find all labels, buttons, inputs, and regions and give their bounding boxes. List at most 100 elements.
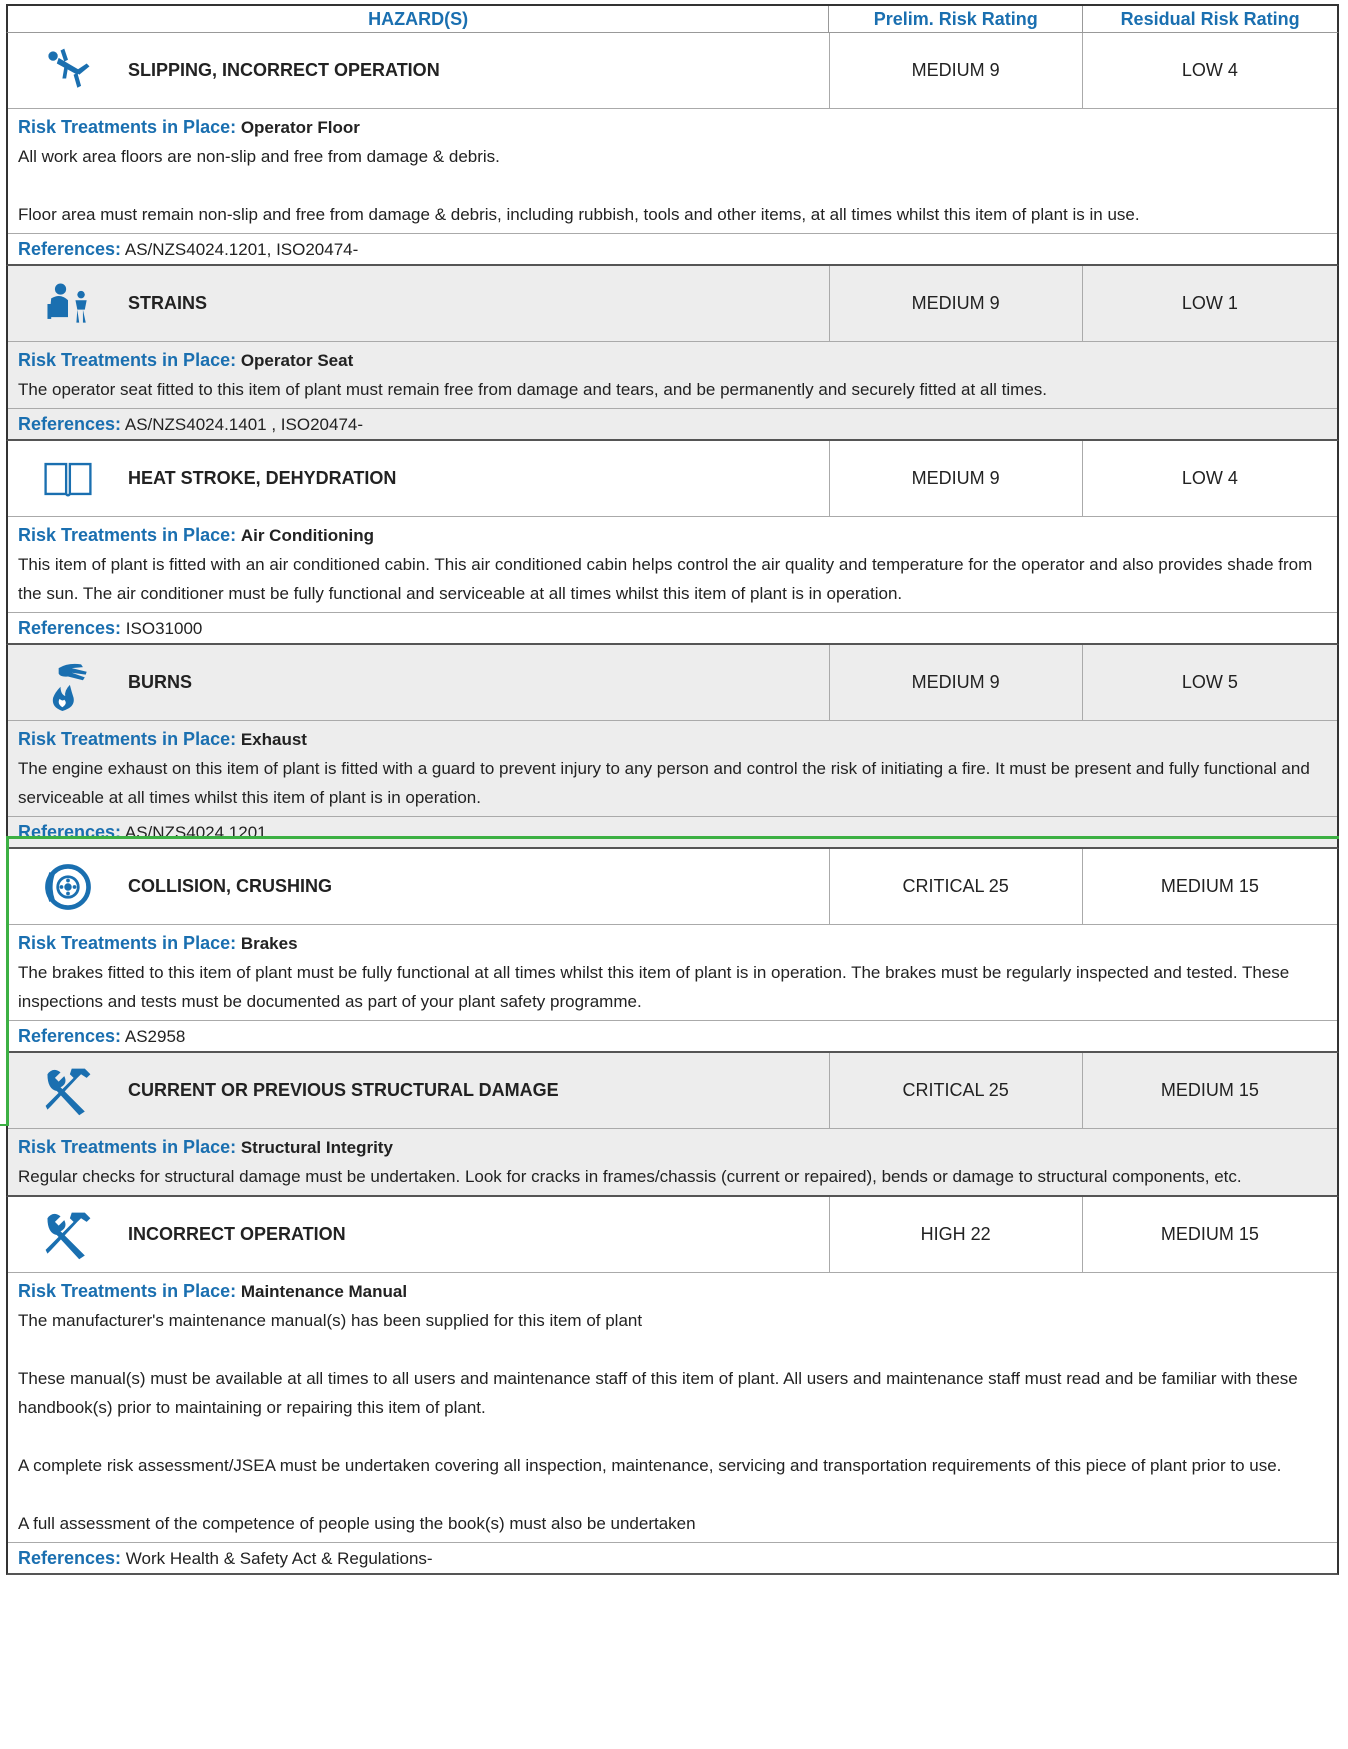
references-label: References: bbox=[18, 618, 122, 638]
treatment-paragraph: The manufacturer's maintenance manual(s)… bbox=[18, 1311, 643, 1330]
treatment-name: Air Conditioning bbox=[240, 526, 374, 545]
risk-treatment: Risk Treatments in Place: Maintenance Ma… bbox=[8, 1273, 1337, 1543]
hazard-row: HEAT STROKE, DEHYDRATION MEDIUM 9 LOW 4 bbox=[8, 441, 1337, 517]
references-row: References: AS/NZS4024.1401 , ISO20474- bbox=[8, 409, 1337, 439]
treatment-name: Operator Floor bbox=[240, 118, 360, 137]
hazard-row: COLLISION, CRUSHING CRITICAL 25 MEDIUM 15 bbox=[8, 849, 1337, 925]
hazard-row: CURRENT OR PREVIOUS STRUCTURAL DAMAGE CRI… bbox=[8, 1053, 1337, 1129]
header-residual-rating: Residual Risk Rating bbox=[1120, 8, 1300, 29]
references-row: References: AS/NZS4024.1201 bbox=[8, 817, 1337, 847]
risk-treatment: Risk Treatments in Place: Operator Seat T… bbox=[8, 342, 1337, 409]
treatments-label: Risk Treatments in Place: bbox=[18, 1281, 237, 1301]
residual-rating: MEDIUM 15 bbox=[1160, 1080, 1259, 1100]
residual-rating: LOW 4 bbox=[1181, 60, 1238, 80]
hazard-row: STRAINS MEDIUM 9 LOW 1 bbox=[8, 266, 1337, 342]
hazard-row: SLIPPING, INCORRECT OPERATION MEDIUM 9 LOW… bbox=[8, 33, 1337, 109]
hazard-block: HEAT STROKE, DEHYDRATION MEDIUM 9 LOW 4 Ris… bbox=[6, 441, 1339, 645]
treatment-name: Exhaust bbox=[240, 730, 307, 749]
prelim-rating: CRITICAL 25 bbox=[830, 849, 1083, 924]
table-header: HAZARD(S) Prelim. Risk Rating Residual R… bbox=[6, 4, 1339, 33]
treatment-paragraph: This item of plant is fitted with an air… bbox=[18, 555, 1313, 603]
treatment-paragraph bbox=[18, 1422, 1327, 1451]
treatments-label: Risk Treatments in Place: bbox=[18, 933, 237, 953]
references-value: AS/NZS4024.1201 bbox=[124, 823, 267, 842]
treatment-paragraph bbox=[18, 171, 1327, 200]
references-row: References: AS/NZS4024.1201, ISO20474- bbox=[8, 234, 1337, 264]
references-label: References: bbox=[18, 822, 122, 842]
hazard-cell: SLIPPING, INCORRECT OPERATION bbox=[8, 33, 830, 108]
risk-treatment: Risk Treatments in Place: Operator Floor… bbox=[8, 109, 1337, 234]
references-row: References: Work Health & Safety Act & R… bbox=[8, 1543, 1337, 1573]
risk-table: HAZARD(S) Prelim. Risk Rating Residual R… bbox=[6, 4, 1339, 1575]
hazard-name: INCORRECT OPERATION bbox=[128, 1224, 346, 1244]
treatment-paragraph: A full assessment of the competence of p… bbox=[18, 1514, 696, 1533]
treatments-label: Risk Treatments in Place: bbox=[18, 117, 237, 137]
prelim-rating: MEDIUM 9 bbox=[830, 33, 1083, 108]
hazard-cell: CURRENT OR PREVIOUS STRUCTURAL DAMAGE bbox=[8, 1053, 830, 1128]
treatment-name: Operator Seat bbox=[240, 351, 354, 370]
header-hazard: HAZARD(S) bbox=[8, 6, 830, 32]
hazard-name: CURRENT OR PREVIOUS STRUCTURAL DAMAGE bbox=[128, 1080, 559, 1100]
hazard-row: INCORRECT OPERATION HIGH 22 MEDIUM 15 bbox=[8, 1197, 1337, 1273]
treatment-paragraph bbox=[18, 1335, 1327, 1364]
hazard-cell: INCORRECT OPERATION bbox=[8, 1197, 830, 1272]
treatment-paragraph: Regular checks for structural damage mus… bbox=[18, 1167, 1242, 1186]
references-label: References: bbox=[18, 1026, 122, 1046]
references-value: AS/NZS4024.1201, ISO20474- bbox=[124, 240, 359, 259]
treatment-paragraph: A complete risk assessment/JSEA must be … bbox=[18, 1456, 1282, 1475]
treatment-name: Maintenance Manual bbox=[240, 1282, 408, 1301]
treatments-label: Risk Treatments in Place: bbox=[18, 729, 237, 749]
hand-flame-icon bbox=[8, 655, 128, 711]
treatment-paragraph: The brakes fitted to this item of plant … bbox=[18, 963, 1290, 1011]
brake-disc-icon bbox=[8, 859, 128, 915]
references-value: ISO31000 bbox=[125, 619, 203, 638]
references-value: Work Health & Safety Act & Regulations- bbox=[125, 1549, 433, 1568]
hazard-name: BURNS bbox=[128, 672, 193, 692]
header-prelim-rating: Prelim. Risk Rating bbox=[829, 6, 1084, 32]
open-book-icon bbox=[8, 451, 128, 507]
selection-top-border bbox=[6, 836, 1339, 839]
references-row: References: ISO31000 bbox=[8, 613, 1337, 643]
treatment-name: Structural Integrity bbox=[240, 1138, 393, 1157]
hazard-block: CURRENT OR PREVIOUS STRUCTURAL DAMAGE CRI… bbox=[6, 1053, 1339, 1197]
wrench-hammer-icon bbox=[8, 1063, 128, 1119]
hazard-name: SLIPPING, INCORRECT OPERATION bbox=[128, 60, 440, 80]
treatment-paragraph: All work area floors are non-slip and fr… bbox=[18, 147, 500, 166]
treatment-paragraph: The operator seat fitted to this item of… bbox=[18, 380, 1048, 399]
prelim-rating: MEDIUM 9 bbox=[830, 266, 1083, 341]
risk-treatment: Risk Treatments in Place: Brakes The brak… bbox=[8, 925, 1337, 1021]
falling-person-icon bbox=[8, 43, 128, 99]
hazard-cell: COLLISION, CRUSHING bbox=[8, 849, 830, 924]
hazard-name: HEAT STROKE, DEHYDRATION bbox=[128, 468, 397, 488]
treatments-label: Risk Treatments in Place: bbox=[18, 350, 237, 370]
hazard-block: SLIPPING, INCORRECT OPERATION MEDIUM 9 LOW… bbox=[6, 33, 1339, 266]
prelim-rating: HIGH 22 bbox=[830, 1197, 1083, 1272]
treatments-label: Risk Treatments in Place: bbox=[18, 1137, 237, 1157]
residual-rating: LOW 5 bbox=[1181, 672, 1238, 692]
references-label: References: bbox=[18, 1548, 122, 1568]
references-label: References: bbox=[18, 414, 122, 434]
references-value: AS2958 bbox=[124, 1027, 186, 1046]
hazard-cell: BURNS bbox=[8, 645, 830, 720]
selection-tick bbox=[0, 1124, 9, 1126]
hazard-name: STRAINS bbox=[128, 293, 208, 313]
treatments-label: Risk Treatments in Place: bbox=[18, 525, 237, 545]
prelim-rating: CRITICAL 25 bbox=[830, 1053, 1083, 1128]
references-label: References: bbox=[18, 239, 122, 259]
risk-treatment: Risk Treatments in Place: Exhaust The eng… bbox=[8, 721, 1337, 817]
prelim-rating: MEDIUM 9 bbox=[830, 645, 1083, 720]
hazard-block: INCORRECT OPERATION HIGH 22 MEDIUM 15 Risk … bbox=[6, 1197, 1339, 1575]
residual-rating: MEDIUM 15 bbox=[1160, 876, 1259, 896]
treatment-paragraph bbox=[18, 1480, 1327, 1509]
references-value: AS/NZS4024.1401 , ISO20474- bbox=[124, 415, 364, 434]
treatment-paragraph: The engine exhaust on this item of plant… bbox=[18, 759, 1310, 807]
residual-rating: MEDIUM 15 bbox=[1160, 1224, 1259, 1244]
prelim-rating: MEDIUM 9 bbox=[830, 441, 1083, 516]
risk-treatment: Risk Treatments in Place: Air Conditioni… bbox=[8, 517, 1337, 613]
hazard-name: COLLISION, CRUSHING bbox=[128, 876, 333, 896]
strain-person-icon bbox=[8, 276, 128, 332]
selection-left-border bbox=[6, 836, 9, 1126]
treatment-paragraph: Floor area must remain non-slip and free… bbox=[18, 205, 1140, 224]
treatment-paragraph: These manual(s) must be available at all… bbox=[18, 1369, 1298, 1417]
residual-rating: LOW 1 bbox=[1181, 293, 1238, 313]
